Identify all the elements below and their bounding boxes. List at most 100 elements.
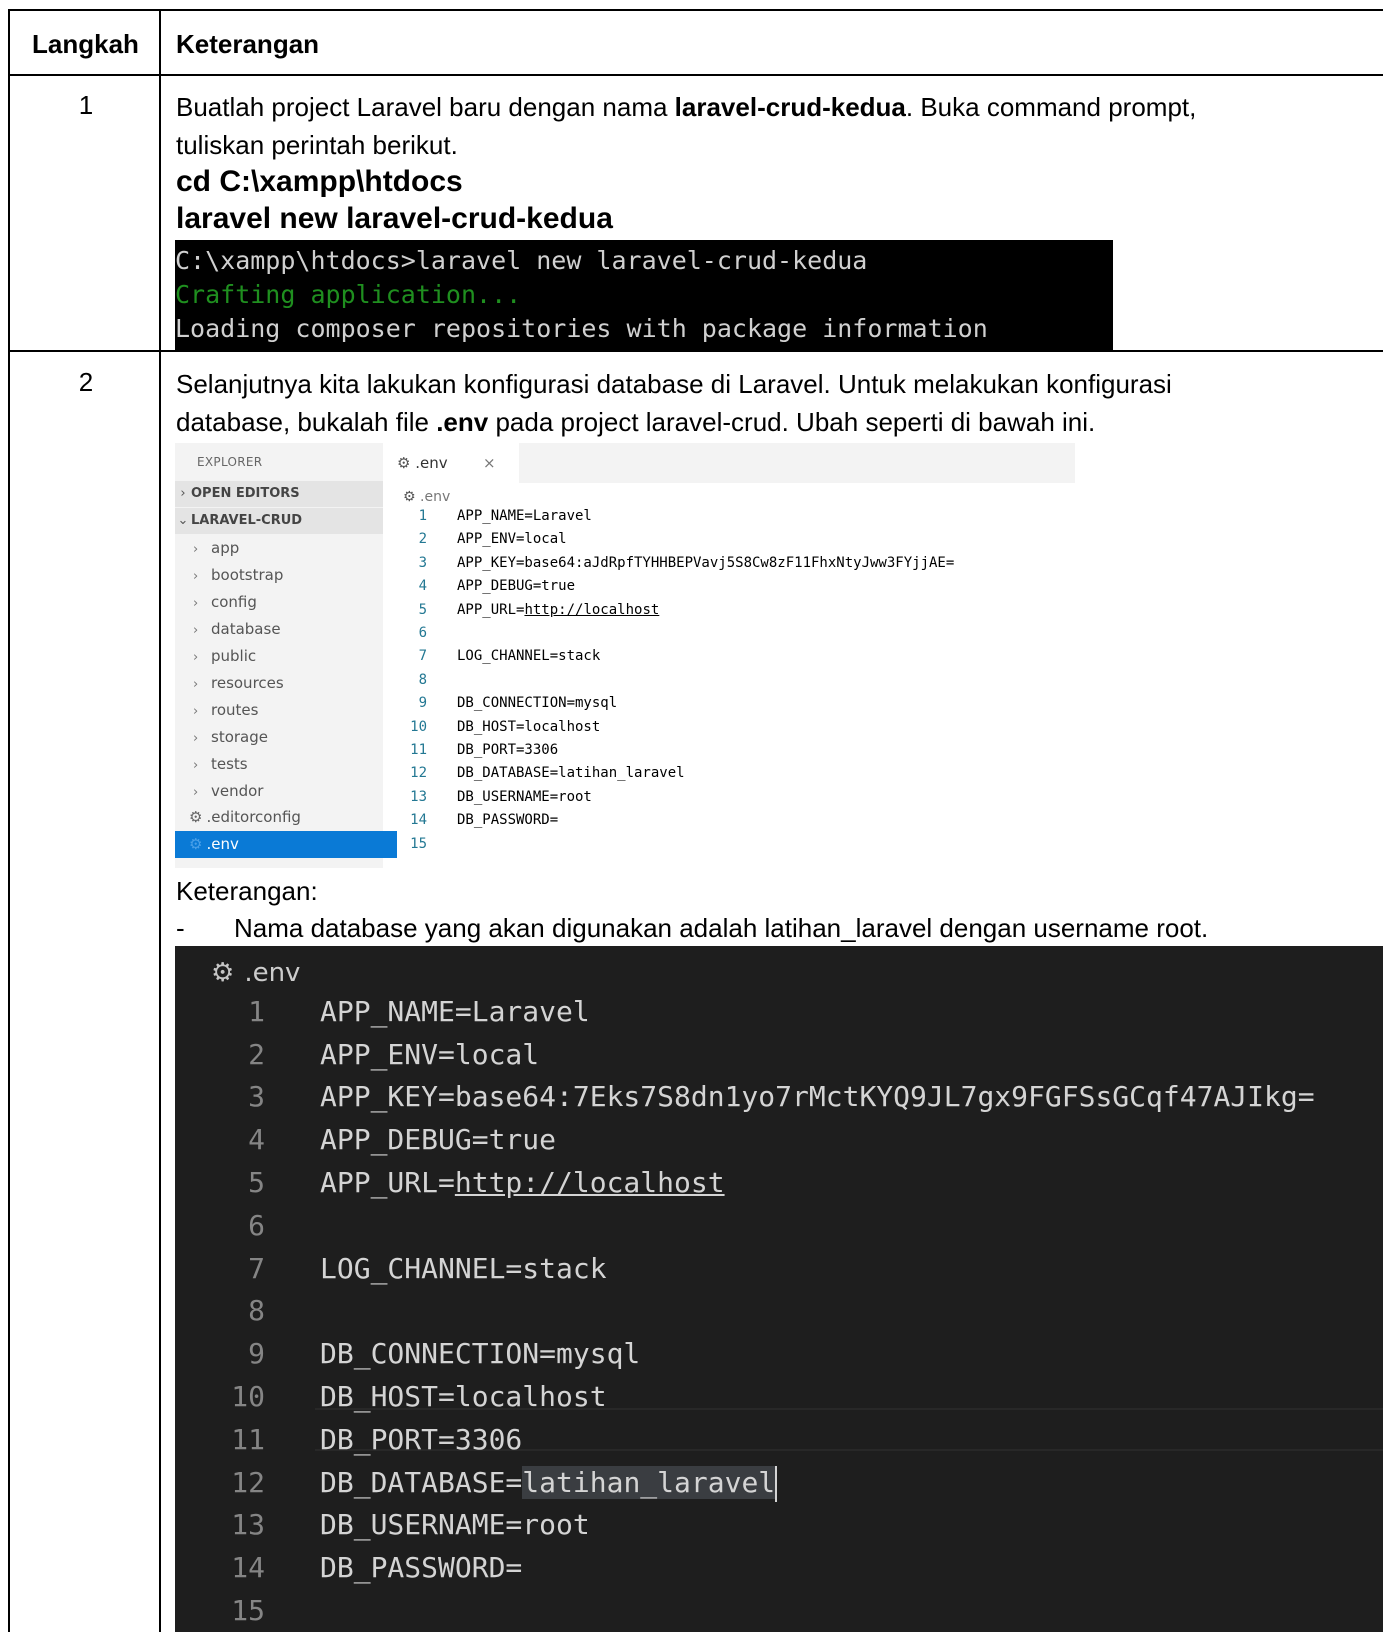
folder-item[interactable]: › storage	[175, 724, 383, 751]
line-number: 9	[248, 1337, 265, 1371]
line-number: 3	[418, 554, 427, 571]
code-line: DB_USERNAME=root	[320, 1508, 590, 1542]
chevron-right-icon: ›	[193, 569, 199, 584]
vscode-dark-screenshot: ⚙ .env 1 APP_NAME=Laravel 2 APP_ENV=local 3 AP…	[175, 946, 1383, 1632]
table-border-left	[8, 9, 10, 1632]
code-line: APP_DEBUG=true	[320, 1123, 557, 1157]
line-number: 1	[418, 508, 427, 524]
chevron-right-icon: ›	[193, 677, 199, 692]
step-number-2: 2	[78, 367, 94, 397]
step2-intro-text: database, bukalah file	[176, 407, 437, 437]
line-number: 8	[248, 1294, 265, 1328]
code-line: DB_DATABASE=latihan_laravel	[320, 1461, 778, 1504]
step1-intro-line2: tuliskan perintah berikut.	[176, 130, 458, 160]
code-line: APP_URL=http://localhost	[457, 601, 660, 618]
line-number: 14	[410, 812, 427, 829]
folder-item[interactable]: › vendor	[175, 778, 383, 805]
code-line: APP_NAME=Laravel	[320, 994, 590, 1028]
open-editors-section[interactable]: › OPEN EDITORS	[175, 481, 383, 507]
folder-item[interactable]: › resources	[175, 670, 383, 697]
bullet-dash: -	[176, 913, 185, 943]
folder-item[interactable]: › routes	[175, 697, 383, 724]
section-label: OPEN EDITORS	[191, 486, 300, 501]
code-line: APP_ENV=local	[320, 1037, 540, 1071]
folder-item[interactable]: › public	[175, 643, 383, 670]
line-number: 8	[418, 671, 427, 688]
header-keterangan: Keterangan	[176, 29, 320, 59]
section-label: LARAVEL-CRUD	[191, 513, 303, 528]
line-number: 12	[231, 1465, 265, 1499]
chevron-right-icon: ›	[180, 486, 186, 501]
file-editorconfig[interactable]: ⚙ .editorconfig	[175, 804, 397, 831]
code-line: DB_HOST=localhost	[320, 1380, 607, 1413]
folder-label: app	[211, 539, 240, 557]
tab-env[interactable]: ⚙ .env ×	[383, 443, 519, 483]
line-number: 5	[418, 601, 427, 618]
code-line: DB_PASSWORD=	[320, 1551, 523, 1585]
code-line: APP_KEY=base64:aJdRpfTYHHBEPVavj5S8Cw8zF…	[457, 554, 955, 571]
terminal-line: Loading composer repositories with packa…	[175, 314, 988, 343]
editor-tab-bar: ⚙ .env ×	[383, 443, 1075, 483]
code-line: DB_PASSWORD=	[457, 812, 559, 829]
folder-item[interactable]: › bootstrap	[175, 562, 383, 589]
table-row-divider-2	[8, 350, 1383, 352]
url-link[interactable]: http://localhost	[455, 1166, 725, 1199]
gear-icon: ⚙	[403, 489, 416, 505]
folder-label: config	[211, 593, 257, 611]
tab-label: .env	[415, 454, 448, 472]
table-row-divider-1	[8, 74, 1383, 76]
project-name: laravel-crud-kedua	[674, 92, 906, 122]
explorer-sidebar: EXPLORER › OPEN EDITORS ⌄ LARAVEL-CRUD › ap…	[175, 443, 397, 868]
breadcrumb: ⚙ .env	[211, 958, 300, 988]
line-number: 15	[231, 1594, 265, 1627]
file-env-selected[interactable]: ⚙ .env	[175, 831, 397, 858]
line-number: 10	[231, 1380, 265, 1413]
code-line: DB_PORT=3306	[457, 742, 559, 758]
code-line: DB_CONNECTION=mysql	[320, 1337, 641, 1371]
line-number: 6	[248, 1208, 265, 1242]
url-link[interactable]: http://localhost	[524, 602, 659, 618]
code-line: LOG_CHANNEL=stack	[457, 648, 601, 665]
line-number: 14	[231, 1551, 265, 1585]
code-line: APP_DEBUG=true	[457, 578, 576, 595]
line-number: 7	[248, 1251, 265, 1285]
step-number-1: 1	[78, 90, 94, 120]
file-label: .env	[206, 835, 239, 853]
text-cursor	[775, 1465, 778, 1502]
line-number: 12	[410, 765, 427, 782]
table-border-top	[8, 9, 1383, 11]
close-icon[interactable]: ×	[483, 443, 496, 483]
line-number: 15	[410, 835, 427, 852]
line-number: 4	[418, 578, 427, 595]
chevron-right-icon: ›	[193, 704, 199, 719]
terminal-window: C:\xampp\htdocs>laravel new laravel-crud…	[175, 240, 1113, 350]
step2-intro-text-2: pada project laravel-crud. Ubah seperti …	[488, 407, 1096, 437]
command-cd: cd C:\xampp\htdocs	[176, 165, 463, 198]
line-number: 11	[231, 1422, 265, 1456]
line-number: 2	[248, 1037, 265, 1071]
terminal-line: Crafting application...	[175, 280, 522, 309]
code-line: DB_PORT=3306	[320, 1422, 523, 1456]
gear-icon: ⚙	[211, 958, 235, 988]
file-label: .editorconfig	[206, 808, 301, 826]
folder-label: tests	[211, 755, 248, 773]
line-number: 7	[418, 648, 427, 665]
step2-intro: Selanjutnya kita lakukan konfigurasi dat…	[176, 369, 1172, 399]
terminal-line: C:\xampp\htdocs>laravel new laravel-crud…	[175, 246, 868, 275]
selected-text: latihan_laravel	[522, 1465, 776, 1499]
folder-item[interactable]: › app	[175, 535, 383, 562]
breadcrumb-label: .env	[244, 958, 301, 988]
folder-item[interactable]: › database	[175, 616, 383, 643]
line-number: 6	[418, 625, 427, 641]
code-line: APP_ENV=local	[457, 531, 567, 548]
line-number: 5	[248, 1166, 265, 1199]
folder-label: routes	[211, 701, 259, 719]
breadcrumb: ⚙ .env	[403, 489, 450, 505]
folder-item[interactable]: › config	[175, 589, 383, 616]
command-laravel-new: laravel new laravel-crud-kedua	[176, 202, 613, 235]
project-section[interactable]: ⌄ LARAVEL-CRUD	[175, 508, 383, 534]
gear-icon: ⚙	[189, 835, 203, 853]
folder-item[interactable]: › tests	[175, 751, 383, 778]
chevron-right-icon: ›	[193, 758, 199, 773]
chevron-right-icon: ›	[193, 731, 199, 746]
